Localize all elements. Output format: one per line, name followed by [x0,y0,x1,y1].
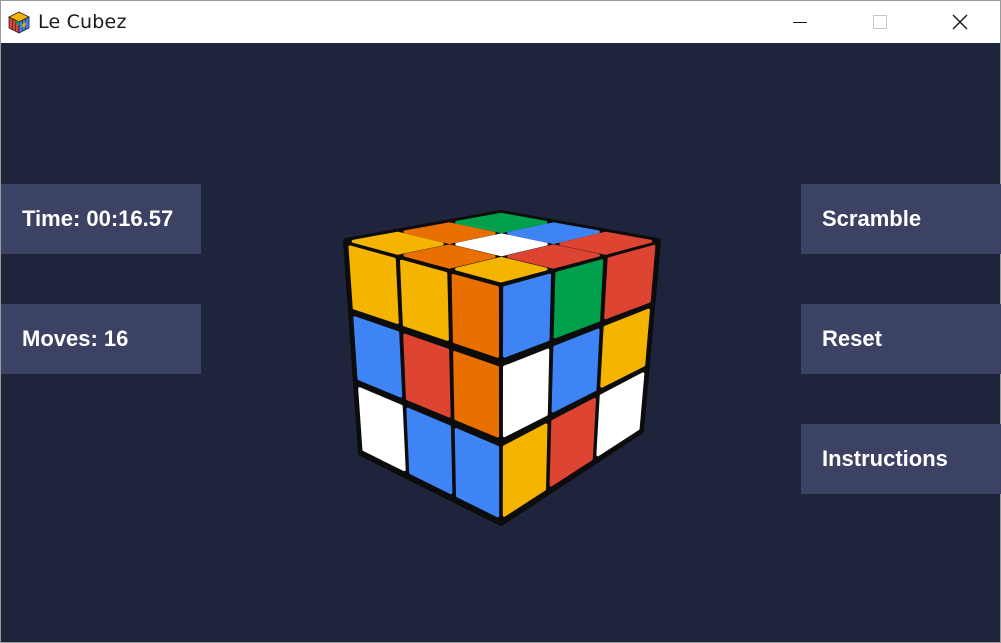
moves-label: Moves: [22,326,104,351]
timer-value: 00:16.57 [86,206,174,231]
close-button[interactable] [937,1,983,43]
moves-value: 16 [103,326,129,351]
title-bar[interactable]: Le Cubez [1,1,1000,43]
instructions-button-label: Instructions [822,446,948,471]
scramble-button-label: Scramble [822,206,922,231]
minimize-button[interactable] [777,1,823,43]
scramble-button[interactable]: Scramble [801,184,1001,254]
reset-button-label: Reset [822,326,882,351]
app-window: Le Cubez Time: 00:16.57 Moves: 16 Scramb… [0,0,1001,643]
window-title: Le Cubez [38,11,127,33]
cube-sticker-left-0-2 [451,273,499,358]
maximize-button[interactable] [857,1,903,43]
moves-panel: Moves: 16 [1,304,201,374]
timer-label: Time: [22,206,87,231]
timer-panel: Time: 00:16.57 [1,184,201,254]
rubiks-cube-icon [8,11,30,34]
reset-button[interactable]: Reset [801,304,1001,374]
maximize-icon [873,15,887,29]
instructions-button[interactable]: Instructions [801,424,1001,494]
cube-sticker-left-0-1 [400,259,449,341]
game-area: Time: 00:16.57 Moves: 16 Scramble Reset … [1,43,1001,642]
close-icon [952,14,968,30]
minimize-icon [793,22,807,23]
